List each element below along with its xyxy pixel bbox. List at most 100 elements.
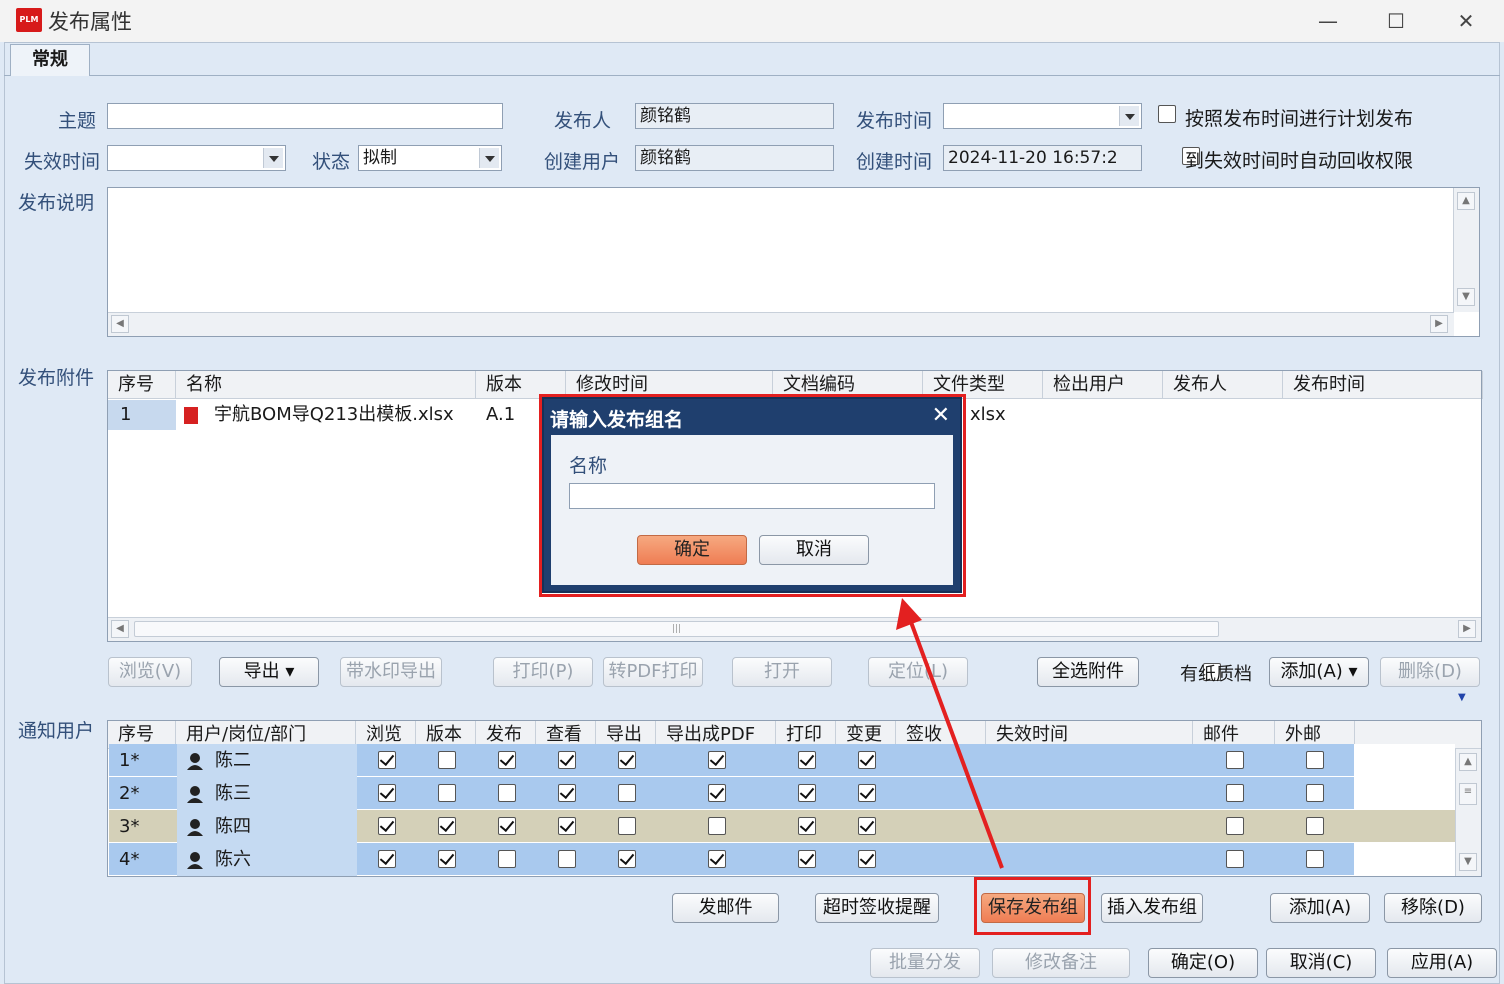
col-header[interactable]: 发布人 [1163, 371, 1283, 399]
export-checkbox[interactable] [618, 850, 636, 868]
version-checkbox[interactable] [438, 751, 456, 769]
scroll-right-icon[interactable]: ▶ [1458, 620, 1476, 638]
print-checkbox[interactable] [798, 751, 816, 769]
export-checkbox[interactable] [618, 817, 636, 835]
plan-publish-checkbox[interactable] [1158, 105, 1176, 123]
version-checkbox[interactable] [438, 850, 456, 868]
print-checkbox[interactable] [798, 817, 816, 835]
select-all-attachments-button[interactable]: 全选附件 [1037, 657, 1139, 687]
change-checkbox[interactable] [858, 817, 876, 835]
version-checkbox[interactable] [438, 817, 456, 835]
publish-checkbox[interactable] [498, 817, 516, 835]
group-name-input[interactable] [569, 483, 935, 509]
export-button[interactable]: 导出 ▾ [219, 657, 319, 687]
add-user-button[interactable]: 添加(A) [1270, 893, 1370, 923]
browse-button[interactable]: 浏览(V) [108, 657, 192, 687]
user-row-1[interactable]: 1* 陈二 [109, 744, 1455, 777]
scroll-up-icon[interactable]: ▲ [1459, 753, 1477, 771]
notify-vscroll[interactable]: ▲ ≡ ▼ [1455, 749, 1481, 876]
user-row-4[interactable]: 4* 陈六 [109, 843, 1455, 876]
mail-checkbox[interactable] [1226, 784, 1244, 802]
send-mail-button[interactable]: 发邮件 [672, 893, 779, 923]
minimize-button[interactable]: — [1306, 6, 1350, 36]
scroll-thumb[interactable]: ≡ [1459, 783, 1477, 805]
user-row-3[interactable]: 3* 陈四 [109, 810, 1455, 843]
export-pdf-checkbox[interactable] [708, 784, 726, 802]
mail-checkbox[interactable] [1226, 751, 1244, 769]
change-checkbox[interactable] [858, 850, 876, 868]
dialog-cancel-button[interactable]: 取消 [759, 535, 869, 565]
expand-arrow-icon[interactable]: ▼ [1458, 692, 1466, 703]
close-window-button[interactable]: ✕ [1444, 6, 1488, 36]
remove-user-button[interactable]: 移除(D) [1384, 893, 1482, 923]
watermark-export-button[interactable]: 带水印导出 [340, 657, 442, 687]
version-checkbox[interactable] [438, 784, 456, 802]
export-pdf-checkbox[interactable] [708, 817, 726, 835]
tab-general[interactable]: 常规 [10, 44, 90, 76]
delete-attachment-button[interactable]: 删除(D) [1380, 657, 1480, 687]
col-header[interactable]: 名称 [176, 371, 476, 399]
print-checkbox[interactable] [798, 850, 816, 868]
chevron-down-icon[interactable] [1119, 106, 1139, 126]
description-vscroll[interactable]: ▲ ▼ [1453, 188, 1479, 312]
description-hscroll[interactable]: ◀ ▶ [108, 312, 1454, 336]
dialog-ok-button[interactable]: 确定 [637, 535, 747, 565]
export-pdf-checkbox[interactable] [708, 850, 726, 868]
open-button[interactable]: 打开 [732, 657, 832, 687]
change-checkbox[interactable] [858, 751, 876, 769]
scroll-down-icon[interactable]: ▼ [1457, 288, 1475, 306]
external-mail-checkbox[interactable] [1306, 817, 1324, 835]
export-checkbox[interactable] [618, 784, 636, 802]
close-icon[interactable]: ✕ [932, 403, 950, 428]
status-select[interactable]: 拟制 [358, 145, 502, 171]
description-textarea[interactable]: ▲ ▼ ◀ ▶ [107, 187, 1480, 337]
export-checkbox[interactable] [618, 751, 636, 769]
change-checkbox[interactable] [858, 784, 876, 802]
ok-button[interactable]: 确定(O) [1148, 948, 1258, 978]
scroll-thumb[interactable]: ||| [134, 621, 1219, 637]
add-attachment-button[interactable]: 添加(A) ▾ [1269, 657, 1369, 687]
export-pdf-checkbox[interactable] [708, 751, 726, 769]
external-mail-checkbox[interactable] [1306, 784, 1324, 802]
print-button[interactable]: 打印(P) [493, 657, 593, 687]
publish-time-select[interactable] [943, 103, 1142, 129]
external-mail-checkbox[interactable] [1306, 751, 1324, 769]
apply-button[interactable]: 应用(A) [1387, 948, 1497, 978]
scroll-down-icon[interactable]: ▼ [1459, 853, 1477, 871]
scroll-right-icon[interactable]: ▶ [1430, 315, 1448, 333]
scroll-left-icon[interactable]: ◀ [111, 315, 129, 333]
mail-checkbox[interactable] [1226, 850, 1244, 868]
chevron-down-icon[interactable] [479, 148, 499, 168]
expire-time-select[interactable] [107, 145, 286, 171]
scroll-up-icon[interactable]: ▲ [1457, 192, 1475, 210]
mail-checkbox[interactable] [1226, 817, 1244, 835]
maximize-button[interactable]: ☐ [1374, 6, 1418, 36]
chevron-down-icon[interactable] [263, 148, 283, 168]
browse-checkbox[interactable] [378, 817, 396, 835]
print-checkbox[interactable] [798, 784, 816, 802]
view-checkbox[interactable] [558, 850, 576, 868]
col-header[interactable]: 发布时间 [1283, 371, 1483, 399]
browse-checkbox[interactable] [378, 850, 396, 868]
edit-note-button[interactable]: 修改备注 [992, 948, 1130, 978]
col-header[interactable]: 检出用户 [1043, 371, 1163, 399]
browse-checkbox[interactable] [378, 751, 396, 769]
publish-checkbox[interactable] [498, 784, 516, 802]
view-checkbox[interactable] [558, 751, 576, 769]
view-checkbox[interactable] [558, 817, 576, 835]
col-header[interactable]: 序号 [108, 371, 176, 399]
insert-publish-group-button[interactable]: 插入发布组 [1101, 893, 1203, 923]
cancel-button[interactable]: 取消(C) [1266, 948, 1376, 978]
pdf-print-button[interactable]: 转PDF打印 [603, 657, 703, 687]
overdue-remind-button[interactable]: 超时签收提醒 [815, 893, 939, 923]
external-mail-checkbox[interactable] [1306, 850, 1324, 868]
attachments-hscroll[interactable]: ◀ ||| ▶ [108, 617, 1481, 641]
scroll-left-icon[interactable]: ◀ [111, 620, 129, 638]
publish-checkbox[interactable] [498, 751, 516, 769]
browse-checkbox[interactable] [378, 784, 396, 802]
subject-input[interactable] [107, 103, 503, 129]
publish-checkbox[interactable] [498, 850, 516, 868]
view-checkbox[interactable] [558, 784, 576, 802]
user-row-2[interactable]: 2* 陈三 [109, 777, 1455, 810]
batch-distribute-button[interactable]: 批量分发 [870, 948, 980, 978]
